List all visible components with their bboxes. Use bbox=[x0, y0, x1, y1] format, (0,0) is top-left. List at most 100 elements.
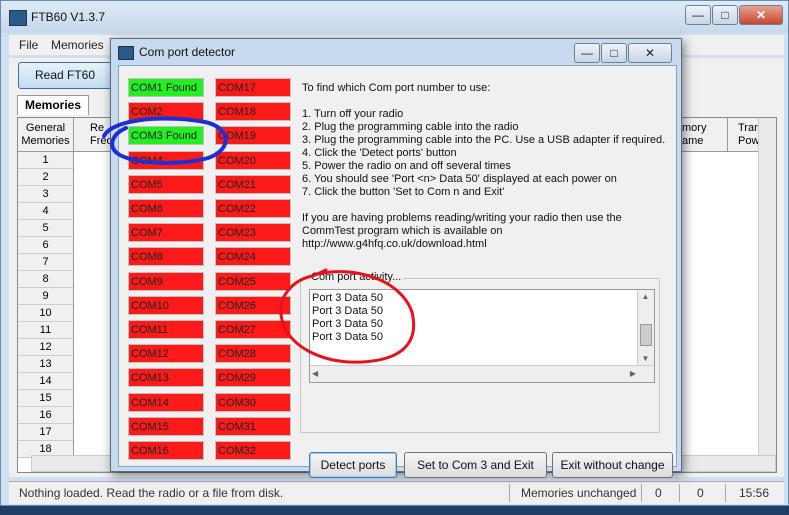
menu-memories[interactable]: Memories bbox=[51, 38, 104, 52]
instruction-line: 5. Power the radio on and off several ti… bbox=[302, 160, 511, 172]
table-row-number[interactable]: 14 bbox=[18, 373, 74, 390]
log-scroll-thumb[interactable] bbox=[640, 324, 652, 346]
com-port-indicator: COM19 bbox=[215, 126, 291, 146]
table-row-number[interactable]: 7 bbox=[18, 254, 74, 271]
app-icon bbox=[9, 10, 27, 26]
com-port-indicator: COM18 bbox=[215, 102, 291, 122]
com-port-indicator: COM14 bbox=[128, 392, 204, 412]
instruction-line: http://www.g4hfq.co.uk/download.html bbox=[302, 238, 487, 250]
tab-memories[interactable]: Memories bbox=[17, 95, 89, 116]
table-row-number[interactable]: 2 bbox=[18, 169, 74, 186]
menu-file[interactable]: File bbox=[19, 38, 38, 52]
com-port-indicator: COM8 bbox=[128, 247, 204, 267]
table-row-number[interactable]: 17 bbox=[18, 424, 74, 441]
com-port-indicator: COM23 bbox=[215, 223, 291, 243]
status-time: 15:56 bbox=[739, 486, 770, 500]
dialog-minimize-icon[interactable]: — bbox=[574, 43, 600, 63]
com-port-indicator: COM26 bbox=[215, 295, 291, 315]
com-port-indicator: COM1 Found bbox=[128, 78, 204, 97]
table-row-number[interactable]: 8 bbox=[18, 271, 74, 288]
scroll-left-icon[interactable]: ◀ bbox=[312, 366, 318, 381]
instruction-line: 7. Click the button 'Set to Com n and Ex… bbox=[302, 186, 505, 198]
instruction-line: 3. Plug the programming cable into the P… bbox=[302, 134, 666, 146]
instruction-line: If you are having problems reading/writi… bbox=[302, 212, 622, 224]
com-port-indicator: COM11 bbox=[128, 320, 204, 339]
instruction-line: 6. You should see 'Port <n> Data 50' dis… bbox=[302, 173, 617, 185]
table-row-number[interactable]: 10 bbox=[18, 305, 74, 322]
log-horizontal-scrollbar[interactable]: ◀ ▶ bbox=[310, 365, 654, 382]
table-row-number[interactable]: 1 bbox=[18, 152, 74, 169]
status-bar: Nothing loaded. Read the radio or a file… bbox=[9, 481, 784, 504]
com-port-indicator: COM29 bbox=[215, 368, 291, 388]
status-message: Nothing loaded. Read the radio or a file… bbox=[19, 486, 284, 500]
com-port-indicator: COM16 bbox=[128, 441, 204, 460]
activity-log-line: Port 3 Data 50 bbox=[312, 331, 383, 343]
dialog-title-bar[interactable]: Com port detector — □ ✕ bbox=[111, 39, 681, 65]
exit-without-change-button[interactable]: Exit without change bbox=[552, 452, 673, 478]
table-row-number[interactable]: 15 bbox=[18, 390, 74, 407]
table-row-number[interactable]: 3 bbox=[18, 186, 74, 203]
minimize-icon[interactable]: — bbox=[685, 5, 711, 25]
status-memories: Memories unchanged bbox=[521, 486, 637, 500]
dialog-body: COM1 Found COM2 COM3 Found COM4 COM5 COM6 COM7… bbox=[118, 65, 677, 478]
table-row-number[interactable]: 9 bbox=[18, 288, 74, 305]
com-port-indicator: COM10 bbox=[128, 295, 204, 315]
dialog-app-icon bbox=[118, 46, 134, 60]
grid-vertical-scrollbar[interactable] bbox=[758, 118, 776, 472]
maximize-icon[interactable]: □ bbox=[712, 5, 738, 25]
close-icon[interactable]: ✕ bbox=[739, 5, 783, 25]
com-port-indicator: COM25 bbox=[215, 271, 291, 291]
status-divider bbox=[509, 484, 510, 502]
dialog-close-icon[interactable]: ✕ bbox=[628, 43, 672, 63]
column-header-memory-name[interactable]: mory ame bbox=[678, 118, 728, 152]
com-port-indicator: COM28 bbox=[215, 344, 291, 364]
com-port-detector-dialog: Com port detector — □ ✕ COM1 Found COM2 CO… bbox=[110, 38, 682, 478]
log-vertical-scrollbar[interactable]: ▲ ▼ bbox=[637, 290, 654, 366]
status-divider bbox=[641, 484, 642, 502]
scroll-right-icon[interactable]: ▶ bbox=[630, 366, 636, 381]
com-port-indicator: COM24 bbox=[215, 247, 291, 267]
com-port-indicator: COM17 bbox=[215, 78, 291, 97]
instruction-line: CommTest program which is available on bbox=[302, 225, 503, 237]
table-row-number[interactable]: 16 bbox=[18, 407, 74, 424]
com-port-indicator: COM12 bbox=[128, 344, 204, 364]
table-row-number[interactable]: 6 bbox=[18, 237, 74, 254]
com-port-indicator: COM22 bbox=[215, 199, 291, 218]
activity-log-line: Port 3 Data 50 bbox=[312, 305, 383, 317]
table-row-number[interactable]: 5 bbox=[18, 220, 74, 237]
dialog-title: Com port detector bbox=[139, 45, 236, 59]
com-port-indicator: COM27 bbox=[215, 320, 291, 339]
table-row-number[interactable]: 13 bbox=[18, 356, 74, 373]
com-port-activity-label: Com port activity... bbox=[309, 271, 404, 283]
activity-log-line: Port 3 Data 50 bbox=[312, 318, 383, 330]
dialog-maximize-icon[interactable]: □ bbox=[601, 43, 627, 63]
column-header-general-memories[interactable]: General Memories bbox=[18, 118, 74, 152]
read-radio-button[interactable]: Read FT60 bbox=[18, 62, 112, 89]
com-port-indicator: COM7 bbox=[128, 223, 204, 243]
com-port-indicator: COM15 bbox=[128, 416, 204, 436]
instruction-line: To find which Com port number to use: bbox=[302, 82, 491, 94]
table-row-number[interactable]: 11 bbox=[18, 322, 74, 339]
instruction-line: 2. Plug the programming cable into the r… bbox=[302, 121, 519, 133]
com-port-indicator: COM5 bbox=[128, 174, 204, 194]
com-port-activity-log[interactable]: Port 3 Data 50 Port 3 Data 50 Port 3 Data … bbox=[309, 289, 655, 383]
table-row-number[interactable]: 12 bbox=[18, 339, 74, 356]
com-port-indicator: COM30 bbox=[215, 392, 291, 412]
status-divider bbox=[679, 484, 680, 502]
status-divider bbox=[725, 484, 726, 502]
scroll-down-icon[interactable]: ▼ bbox=[638, 352, 653, 366]
status-count-1: 0 bbox=[655, 486, 662, 500]
detect-ports-button[interactable]: Detect ports bbox=[309, 452, 397, 478]
com-port-indicator: COM3 Found bbox=[128, 126, 204, 146]
scroll-up-icon[interactable]: ▲ bbox=[638, 290, 653, 304]
com-port-indicator: COM13 bbox=[128, 368, 204, 388]
main-title-bar[interactable]: FTB60 V1.3.7 — □ ✕ bbox=[1, 1, 788, 33]
com-port-activity-group: Com port activity... Port 3 Data 50 Port … bbox=[300, 271, 660, 433]
instruction-line: 1. Turn off your radio bbox=[302, 108, 404, 120]
com-port-indicator: COM21 bbox=[215, 174, 291, 194]
set-com-and-exit-button[interactable]: Set to Com 3 and Exit bbox=[404, 452, 547, 478]
com-port-indicator: COM2 bbox=[128, 102, 204, 122]
status-count-2: 0 bbox=[697, 486, 704, 500]
com-port-indicator: COM9 bbox=[128, 271, 204, 291]
table-row-number[interactable]: 4 bbox=[18, 203, 74, 220]
